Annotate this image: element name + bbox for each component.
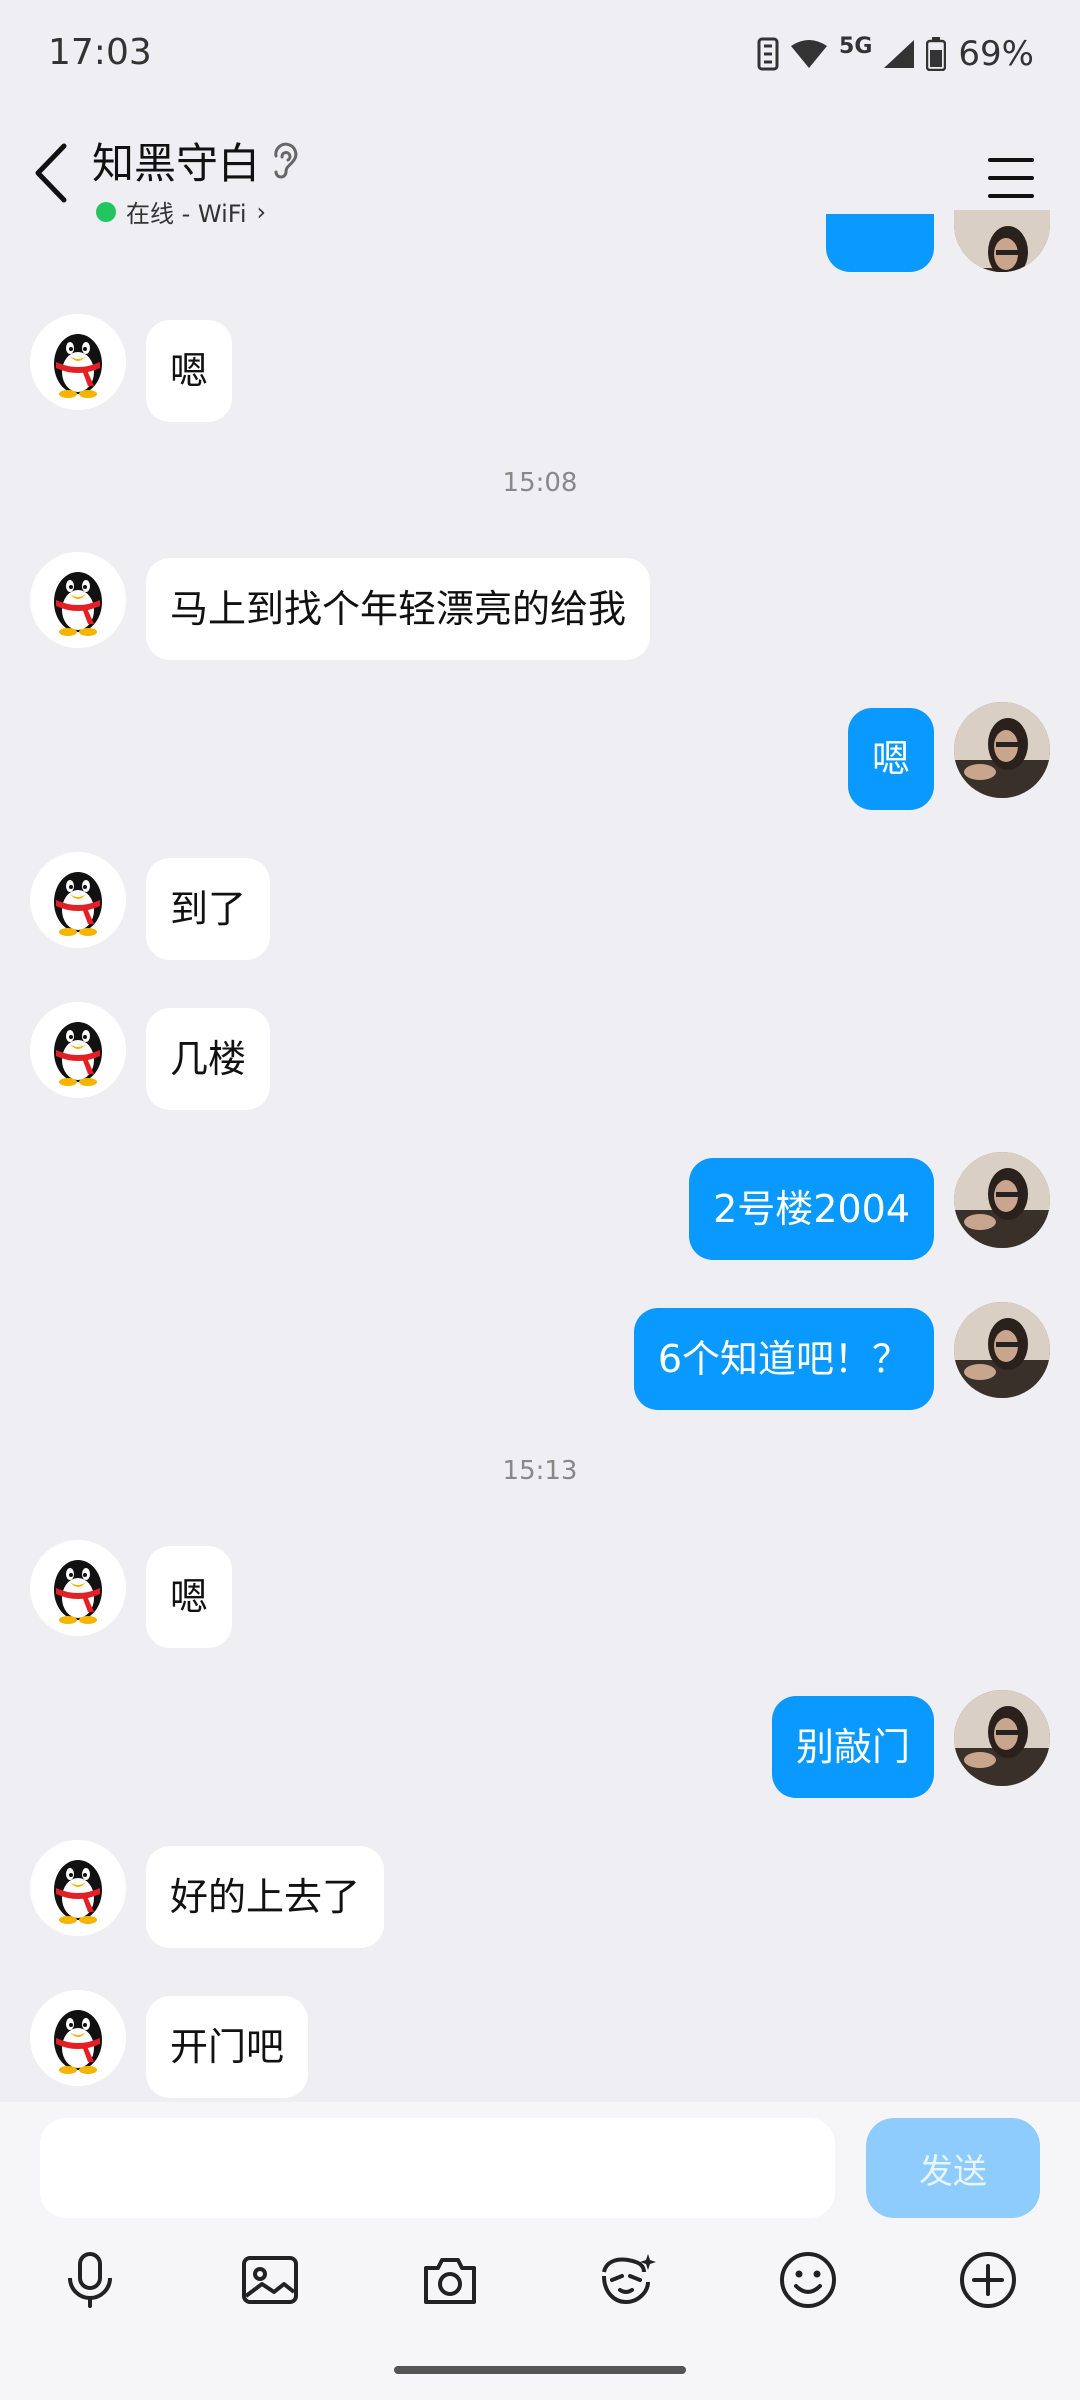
my-avatar[interactable] xyxy=(954,1152,1050,1248)
presence-status[interactable]: 在线 - WiFi › xyxy=(96,194,266,229)
status-icons: 5G 69% xyxy=(757,30,1034,78)
peer-avatar[interactable] xyxy=(30,314,126,410)
timestamp: 15:13 xyxy=(502,1456,578,1486)
message-bubble[interactable]: 别敲门 xyxy=(771,1696,934,1798)
message-bubble[interactable]: 马上到找个年轻漂亮的给我 xyxy=(146,558,651,660)
message-bubble[interactable]: 好的上去了 xyxy=(146,1846,385,1948)
menu-line xyxy=(988,176,1034,180)
menu-line xyxy=(988,194,1034,198)
message-bubble[interactable]: 开门吧 xyxy=(146,1996,309,2098)
peer-avatar[interactable] xyxy=(30,1990,126,2086)
contact-name[interactable]: 知黑守白 xyxy=(92,130,260,191)
menu-line xyxy=(988,158,1034,162)
message-bubble[interactable]: 嗯 xyxy=(847,708,934,810)
battery-level: 69% xyxy=(958,34,1034,74)
message-bubble[interactable]: 2号楼2004 xyxy=(689,1158,934,1260)
message-bubble[interactable]: 6个知道吧！？ xyxy=(633,1308,934,1410)
status-time: 17:03 xyxy=(48,32,152,73)
emoji-icon[interactable] xyxy=(776,2248,840,2312)
wifi-icon xyxy=(791,40,828,68)
menu-button[interactable] xyxy=(988,158,1034,198)
my-avatar[interactable] xyxy=(954,210,1050,272)
composer: 发送 xyxy=(0,2102,1080,2400)
send-button[interactable]: 发送 xyxy=(866,2118,1040,2218)
peer-avatar[interactable] xyxy=(30,1540,126,1636)
chevron-left-icon xyxy=(35,143,67,203)
message-bubble-partial[interactable] xyxy=(826,214,934,272)
my-avatar[interactable] xyxy=(954,702,1050,798)
peer-avatar[interactable] xyxy=(30,1002,126,1098)
online-dot xyxy=(96,201,116,222)
camera-icon[interactable] xyxy=(418,2248,482,2312)
image-icon[interactable] xyxy=(238,2248,302,2312)
nfc-icon xyxy=(757,37,779,71)
message-bubble[interactable]: 嗯 xyxy=(146,1546,233,1648)
message-bubble[interactable]: 到了 xyxy=(146,858,271,960)
my-avatar[interactable] xyxy=(954,1302,1050,1398)
plus-icon[interactable] xyxy=(956,2248,1020,2312)
microphone-icon[interactable] xyxy=(58,2248,122,2312)
back-button[interactable] xyxy=(28,138,74,208)
home-indicator[interactable] xyxy=(394,2366,686,2374)
network-type: 5G xyxy=(839,33,873,59)
battery-icon xyxy=(926,37,947,71)
peer-avatar[interactable] xyxy=(30,1840,126,1936)
signal-icon xyxy=(884,40,915,68)
message-bubble[interactable]: 嗯 xyxy=(146,320,233,422)
peer-avatar[interactable] xyxy=(30,552,126,648)
my-avatar[interactable] xyxy=(954,1690,1050,1786)
presence-label: 在线 - WiFi xyxy=(126,200,247,228)
timestamp: 15:08 xyxy=(502,468,578,498)
chevron-right-icon: › xyxy=(256,197,267,226)
message-input[interactable] xyxy=(40,2118,835,2218)
ear-icon[interactable] xyxy=(270,142,300,184)
peer-avatar[interactable] xyxy=(30,852,126,948)
message-bubble[interactable]: 几楼 xyxy=(146,1008,271,1110)
sticker-icon[interactable] xyxy=(596,2248,660,2312)
